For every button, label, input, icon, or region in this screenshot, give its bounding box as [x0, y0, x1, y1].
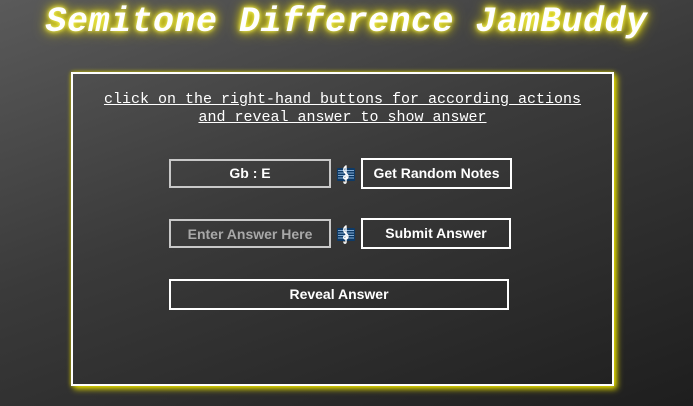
instructions-line-1: click on the right-hand buttons for acco… [103, 91, 582, 108]
get-random-notes-button[interactable]: Get Random Notes [361, 158, 512, 189]
main-panel: click on the right-hand buttons for acco… [71, 72, 614, 386]
random-notes-display: Gb : E [169, 159, 331, 188]
submit-answer-button[interactable]: Submit Answer [361, 218, 511, 249]
app-title: Semitone Difference JamBuddy [45, 2, 648, 42]
answer-input[interactable] [169, 219, 331, 248]
instructions-line-2: and reveal answer to show answer [198, 109, 487, 126]
reveal-answer-button[interactable]: Reveal Answer [169, 279, 509, 310]
treble-clef-icon [336, 224, 356, 244]
instructions-text: click on the right-hand buttons for acco… [73, 91, 612, 127]
treble-clef-icon [336, 164, 356, 184]
